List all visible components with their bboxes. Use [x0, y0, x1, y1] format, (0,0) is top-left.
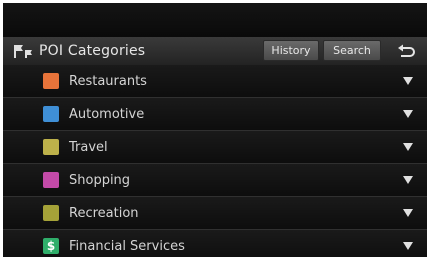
shopping-bag-icon — [43, 172, 59, 188]
header-title-group: POI Categories — [13, 37, 145, 65]
category-label: Automotive — [69, 107, 145, 122]
category-row-travel[interactable]: Travel — [3, 131, 427, 164]
category-label: Financial Services — [69, 239, 185, 254]
category-row-restaurants[interactable]: Restaurants — [3, 65, 427, 98]
category-label: Travel — [69, 140, 108, 155]
header-bar: POI Categories History Search — [3, 37, 427, 66]
chevron-down-icon[interactable] — [403, 110, 413, 118]
back-arrow-icon — [398, 44, 415, 57]
poi-category-list: Restaurants Automotive Travel Shopping R… — [3, 65, 427, 257]
luggage-icon — [43, 139, 59, 155]
chevron-down-icon[interactable] — [403, 143, 413, 151]
poi-flag-icon — [14, 45, 32, 58]
chevron-down-icon[interactable] — [403, 242, 413, 250]
chevron-down-icon[interactable] — [403, 77, 413, 85]
category-row-financial-services[interactable]: $ Financial Services — [3, 230, 427, 257]
category-label: Shopping — [69, 173, 131, 188]
category-row-recreation[interactable]: Recreation — [3, 197, 427, 230]
status-bar — [3, 3, 427, 37]
category-label: Restaurants — [69, 74, 147, 89]
restaurant-icon — [43, 73, 59, 89]
history-button[interactable]: History — [263, 40, 319, 61]
chevron-down-icon[interactable] — [403, 209, 413, 217]
recreation-icon — [43, 205, 59, 221]
chevron-down-icon[interactable] — [403, 176, 413, 184]
car-icon — [43, 106, 59, 122]
dollar-icon: $ — [43, 238, 59, 254]
page-title: POI Categories — [39, 43, 146, 59]
navigation-screen: POI Categories History Search Restaurant… — [3, 3, 427, 257]
category-row-shopping[interactable]: Shopping — [3, 164, 427, 197]
category-label: Recreation — [69, 206, 139, 221]
category-row-automotive[interactable]: Automotive — [3, 98, 427, 131]
back-button[interactable] — [385, 37, 427, 65]
search-button[interactable]: Search — [323, 40, 381, 61]
